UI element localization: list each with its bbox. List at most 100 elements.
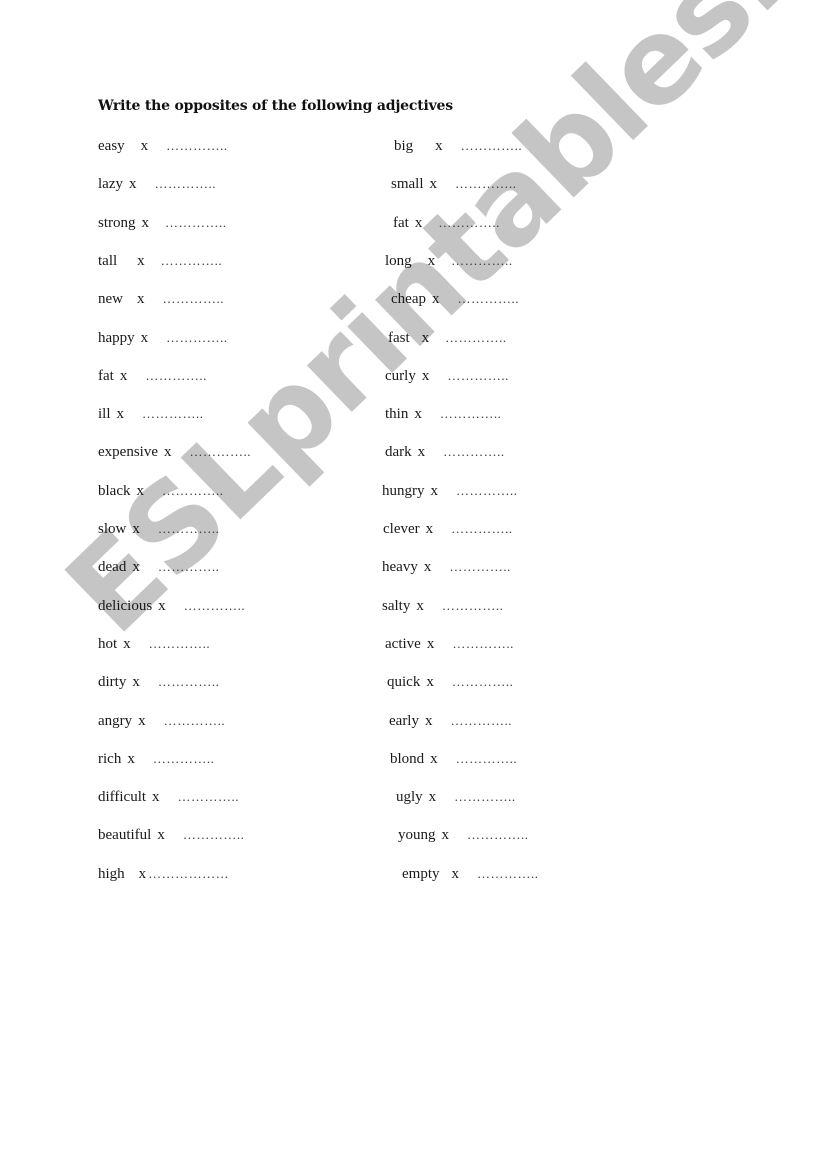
- answer-blank[interactable]: …………..: [154, 176, 216, 192]
- left-exercise-row: fat x …………..: [98, 368, 207, 385]
- opposite-separator: x: [427, 252, 436, 269]
- answer-blank[interactable]: …………..: [440, 406, 502, 422]
- adjective: young: [398, 827, 436, 844]
- answer-blank[interactable]: …………..: [447, 368, 509, 384]
- left-exercise-row: slow x …………..: [98, 521, 219, 538]
- adjective: lazy: [98, 176, 123, 193]
- answer-blank[interactable]: …………..: [442, 598, 504, 614]
- right-exercise-row: small x …………..: [391, 176, 517, 193]
- answer-blank[interactable]: …………..: [149, 636, 211, 652]
- left-exercise-row: lazy x …………..: [98, 176, 216, 193]
- left-exercise-row: hot x …………..: [98, 636, 210, 653]
- opposite-separator: x: [137, 291, 145, 308]
- answer-blank[interactable]: …………..: [452, 636, 514, 652]
- answer-blank[interactable]: …………..: [456, 483, 518, 499]
- right-exercise-row: fat x …………..: [393, 215, 500, 232]
- answer-blank[interactable]: ………………: [148, 866, 229, 882]
- right-exercise-row: dark x …………..: [385, 444, 505, 461]
- left-exercise-row: black x …………..: [98, 483, 223, 500]
- answer-blank[interactable]: …………..: [477, 866, 539, 882]
- adjective: easy: [98, 138, 125, 154]
- adjective: long: [385, 252, 412, 269]
- adjective: black: [98, 482, 131, 499]
- answer-blank[interactable]: …………..: [158, 674, 220, 690]
- answer-blank[interactable]: …………..: [189, 444, 251, 460]
- right-exercise-row: heavy x …………..: [382, 559, 511, 576]
- adjective: cheap: [391, 291, 426, 308]
- answer-blank[interactable]: …………..: [461, 138, 523, 154]
- answer-blank[interactable]: …………..: [158, 559, 220, 575]
- opposite-separator: x: [430, 750, 438, 767]
- adjective: big: [394, 138, 414, 154]
- answer-blank[interactable]: …………..: [451, 521, 513, 537]
- right-exercise-row: empty x …………..: [402, 866, 539, 883]
- answer-blank[interactable]: …………..: [164, 713, 226, 729]
- answer-blank[interactable]: …………..: [153, 751, 215, 767]
- opposite-separator: x: [435, 138, 443, 154]
- answer-blank[interactable]: …………..: [455, 176, 517, 192]
- adjective: quick: [387, 674, 421, 691]
- answer-blank[interactable]: …………..: [454, 789, 516, 805]
- opposite-separator: x: [426, 635, 435, 652]
- adjective: delicious: [98, 597, 153, 614]
- opposite-separator: x: [158, 597, 166, 614]
- adjective: ill: [98, 406, 111, 423]
- right-exercise-row: hungry x …………..: [382, 483, 518, 500]
- adjective: expensive: [98, 444, 158, 461]
- opposite-separator: x: [138, 865, 147, 882]
- answer-blank[interactable]: …………..: [166, 330, 228, 346]
- answer-blank[interactable]: …………..: [183, 827, 245, 843]
- opposite-separator: x: [123, 635, 131, 652]
- answer-blank[interactable]: …………..: [450, 713, 512, 729]
- left-exercise-row: dead x …………..: [98, 559, 219, 576]
- answer-blank[interactable]: …………..: [443, 444, 505, 460]
- answer-blank[interactable]: …………..: [451, 253, 513, 269]
- left-exercise-row: angry x …………..: [98, 713, 225, 730]
- adjective: difficult: [98, 789, 147, 806]
- opposite-separator: x: [429, 176, 438, 193]
- right-exercise-row: curly x …………..: [385, 368, 509, 385]
- answer-blank[interactable]: …………..: [457, 291, 519, 307]
- answer-blank[interactable]: …………..: [452, 674, 514, 690]
- opposite-separator: x: [137, 252, 145, 269]
- opposite-separator: x: [140, 329, 149, 346]
- right-exercise-row: fast x …………..: [388, 330, 507, 347]
- opposite-separator: x: [428, 789, 437, 806]
- answer-blank[interactable]: …………..: [163, 291, 225, 307]
- answer-blank[interactable]: …………..: [445, 330, 507, 346]
- right-exercise-row: blond x …………..: [390, 751, 517, 768]
- answer-blank[interactable]: …………..: [142, 406, 204, 422]
- right-exercise-row: big x …………..: [394, 138, 522, 155]
- answer-blank[interactable]: …………..: [158, 521, 220, 537]
- left-exercise-row: tall x …………..: [98, 253, 222, 270]
- right-exercise-row: thin x …………..: [385, 406, 501, 423]
- opposite-separator: x: [424, 712, 433, 729]
- answer-blank[interactable]: …………..: [145, 368, 207, 384]
- opposite-separator: x: [140, 138, 149, 154]
- opposite-separator: x: [138, 712, 146, 729]
- right-exercise-row: active x …………..: [385, 636, 514, 653]
- answer-blank[interactable]: …………..: [184, 598, 246, 614]
- answer-blank[interactable]: …………..: [449, 559, 511, 575]
- answer-blank[interactable]: …………..: [178, 789, 240, 805]
- right-exercise-row: salty x …………..: [382, 598, 503, 615]
- adjective: angry: [98, 712, 133, 729]
- adjective: tall: [98, 252, 118, 269]
- answer-blank[interactable]: …………..: [165, 215, 227, 231]
- adjective: clever: [383, 521, 420, 537]
- adjective: curly: [385, 367, 416, 384]
- answer-blank[interactable]: …………..: [161, 253, 223, 269]
- opposite-separator: x: [414, 214, 423, 231]
- opposite-separator: x: [417, 444, 426, 461]
- answer-blank[interactable]: …………..: [467, 827, 529, 843]
- opposite-separator: x: [441, 827, 450, 844]
- opposite-separator: x: [136, 482, 144, 499]
- answer-blank[interactable]: …………..: [456, 751, 518, 767]
- opposite-separator: x: [157, 827, 165, 844]
- opposite-separator: x: [127, 750, 135, 767]
- answer-blank[interactable]: …………..: [166, 138, 228, 154]
- answer-blank[interactable]: …………..: [162, 483, 224, 499]
- answer-blank[interactable]: …………..: [438, 215, 500, 231]
- opposite-separator: x: [414, 406, 422, 423]
- adjective: active: [385, 635, 421, 652]
